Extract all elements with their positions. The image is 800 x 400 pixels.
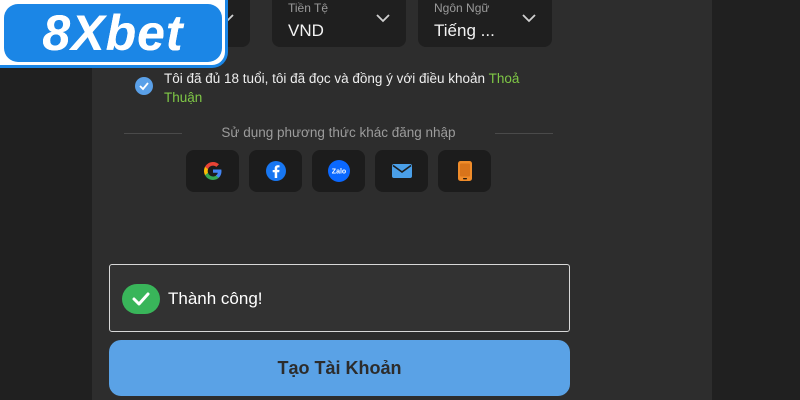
terms-checkbox[interactable]: [135, 77, 153, 95]
success-check-icon: [122, 284, 160, 314]
success-toast: Thành công!: [109, 264, 570, 332]
toast-message: Thành công!: [168, 289, 263, 308]
chevron-down-icon: [522, 14, 536, 23]
create-account-button[interactable]: Tạo Tài Khoản: [109, 340, 570, 396]
brand-logo: 8Xbet: [0, 0, 228, 68]
google-login-button[interactable]: [186, 150, 239, 192]
zalo-icon-text: Zalo: [331, 169, 345, 176]
facebook-icon: [265, 161, 286, 181]
phone-login-button[interactable]: [438, 150, 491, 192]
check-icon: [139, 82, 149, 91]
chevron-down-icon: [376, 14, 390, 23]
currency-value: VND: [288, 21, 324, 40]
zalo-icon: Zalo: [327, 160, 350, 182]
language-label: Ngôn Ngữ: [434, 1, 490, 15]
divider-line-left: [124, 133, 182, 134]
currency-select[interactable]: Tiền Tệ VND: [272, 0, 406, 47]
phone-icon: [457, 161, 472, 181]
currency-label: Tiền Tệ: [288, 1, 329, 15]
terms-text: Tôi đã đủ 18 tuổi, tôi đã đọc và đồng ý …: [164, 69, 524, 107]
email-icon: [391, 164, 412, 178]
language-value: Tiếng ...: [434, 21, 495, 40]
facebook-login-button[interactable]: [249, 150, 302, 192]
language-select[interactable]: Ngôn Ngữ Tiếng ...: [418, 0, 552, 47]
divider-line-right: [495, 133, 553, 134]
terms-statement: Tôi đã đủ 18 tuổi, tôi đã đọc và đồng ý …: [164, 71, 486, 86]
email-login-button[interactable]: [375, 150, 428, 192]
zalo-login-button[interactable]: Zalo: [312, 150, 365, 192]
google-icon: [203, 162, 221, 180]
alt-login-divider-text: Sử dụng phương thức khác đăng nhập: [221, 125, 456, 140]
right-backdrop: [712, 0, 800, 400]
logo-wordmark: 8Xbet: [4, 4, 222, 62]
